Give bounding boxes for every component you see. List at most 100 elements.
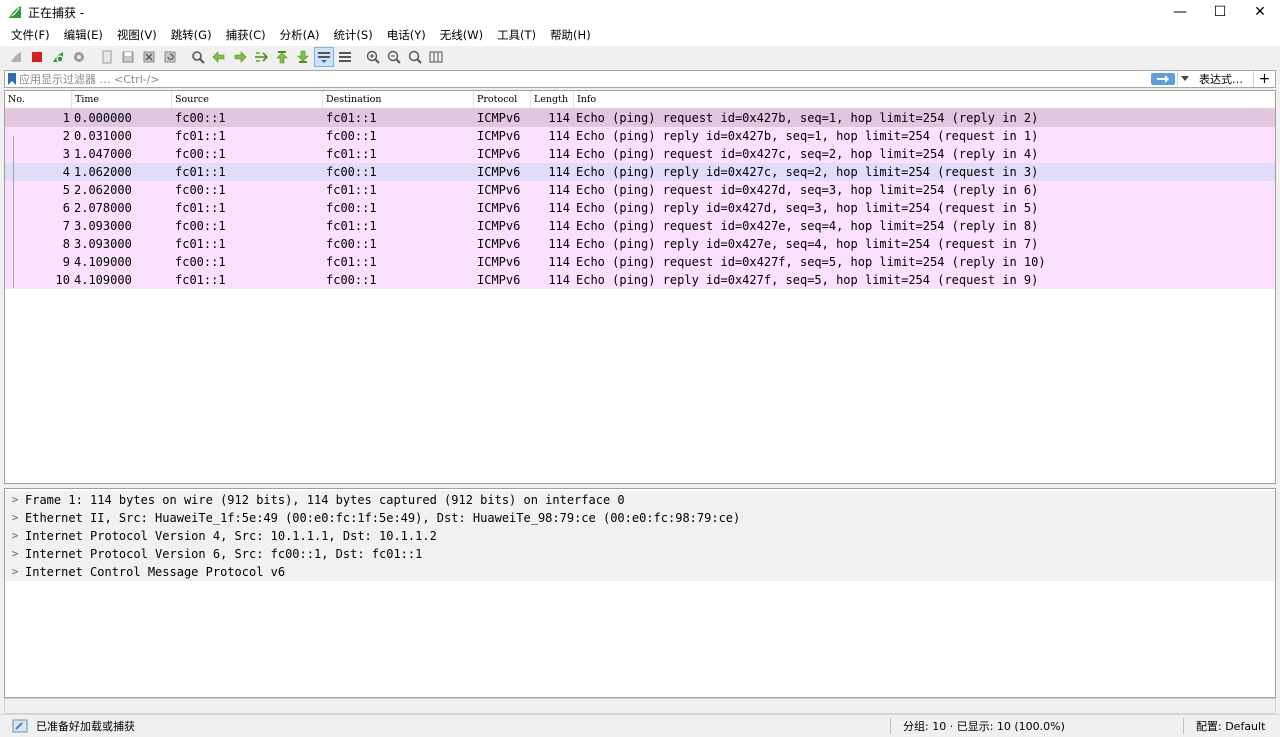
packet-row[interactable]: 5 2.062000 fc00::1 fc01::1 ICMPv6 114 Ec… (5, 181, 1275, 199)
menu-capture[interactable]: 捕获(C) (219, 27, 273, 43)
close-file-icon[interactable] (139, 47, 159, 67)
go-forward-arrow-icon[interactable] (230, 47, 250, 67)
detail-tree-item[interactable]: > Ethernet II, Src: HuaweiTe_1f:5e:49 (0… (5, 509, 1275, 527)
packet-protocol: ICMPv6 (477, 219, 521, 233)
menu-wireless[interactable]: 无线(W) (433, 27, 490, 43)
packet-source: fc01::1 (175, 273, 226, 287)
packet-info: Echo (ping) reply id=0x427f, seq=5, hop … (576, 273, 1039, 287)
menu-telephony[interactable]: 电话(Y) (380, 27, 433, 43)
auto-scroll-icon[interactable] (314, 47, 334, 67)
close-button[interactable]: ✕ (1240, 0, 1280, 24)
expert-info-icon[interactable] (10, 718, 30, 734)
toolbar-separator (356, 47, 362, 67)
menu-statistics[interactable]: 统计(S) (326, 27, 379, 43)
display-filter-input[interactable] (19, 71, 1151, 87)
window-title: 正在捕获 - (28, 5, 85, 20)
go-last-packet-icon[interactable] (293, 47, 313, 67)
packet-time: 2.078000 (74, 201, 132, 215)
packet-destination: fc01::1 (326, 219, 377, 233)
detail-tree-item[interactable]: > Frame 1: 114 bytes on wire (912 bits),… (5, 491, 1275, 509)
restart-capture-icon[interactable] (48, 47, 68, 67)
chevron-right-icon[interactable]: > (5, 527, 25, 545)
status-divider (1183, 718, 1184, 734)
status-bar: 已准备好加载或捕获 分组: 10 · 已显示: 10 (100.0%) 配置: … (0, 714, 1280, 737)
stop-capture-icon[interactable] (27, 47, 47, 67)
packet-time: 4.109000 (74, 273, 132, 287)
menu-go[interactable]: 跳转(G) (164, 27, 219, 43)
packet-destination: fc00::1 (326, 129, 377, 143)
find-packet-icon[interactable] (188, 47, 208, 67)
packet-destination: fc00::1 (326, 273, 377, 287)
apply-filter-arrow-icon[interactable] (1151, 73, 1175, 85)
menu-view[interactable]: 视图(V) (110, 27, 164, 43)
filter-bookmark-icon[interactable] (5, 71, 19, 87)
detail-tree-item[interactable]: > Internet Protocol Version 4, Src: 10.1… (5, 527, 1275, 545)
packet-source: fc00::1 (175, 219, 226, 233)
packet-protocol: ICMPv6 (477, 111, 521, 125)
menu-file[interactable]: 文件(F) (4, 27, 57, 43)
packet-row[interactable]: 2 0.031000 fc01::1 fc00::1 ICMPv6 114 Ec… (5, 127, 1275, 145)
packet-row[interactable]: 3 1.047000 fc00::1 fc01::1 ICMPv6 114 Ec… (5, 145, 1275, 163)
go-first-packet-icon[interactable] (272, 47, 292, 67)
packet-row[interactable]: 7 3.093000 fc00::1 fc01::1 ICMPv6 114 Ec… (5, 217, 1275, 235)
menu-help[interactable]: 帮助(H) (543, 27, 598, 43)
column-header-time[interactable]: Time (72, 91, 172, 108)
column-header-source[interactable]: Source (172, 91, 323, 108)
title-bar: 正在捕获 - — ☐ ✕ (0, 0, 1280, 24)
packet-row[interactable]: 6 2.078000 fc01::1 fc00::1 ICMPv6 114 Ec… (5, 199, 1275, 217)
packet-length: 114 (548, 237, 570, 251)
packet-row[interactable]: 4 1.062000 fc01::1 fc00::1 ICMPv6 114 Ec… (5, 163, 1275, 181)
main-toolbar (0, 46, 1280, 68)
menu-edit[interactable]: 编辑(E) (57, 27, 110, 43)
packet-no: 8 (62, 237, 70, 251)
resize-columns-icon[interactable] (426, 47, 446, 67)
column-header-no[interactable]: No. (5, 91, 72, 108)
packet-source: fc01::1 (175, 165, 226, 179)
packet-row[interactable]: 9 4.109000 fc00::1 fc01::1 ICMPv6 114 Ec… (5, 253, 1275, 271)
packet-info: Echo (ping) reply id=0x427b, seq=1, hop … (576, 129, 1039, 143)
save-file-icon[interactable] (118, 47, 138, 67)
zoom-out-icon[interactable] (384, 47, 404, 67)
chevron-right-icon[interactable]: > (5, 509, 25, 527)
column-header-info[interactable]: Info (574, 91, 1275, 108)
packet-protocol: ICMPv6 (477, 273, 521, 287)
zoom-in-icon[interactable] (363, 47, 383, 67)
colorize-list-icon[interactable] (335, 47, 355, 67)
packet-info: Echo (ping) reply id=0x427c, seq=2, hop … (576, 165, 1039, 179)
add-filter-button[interactable]: + (1253, 71, 1275, 87)
packet-list-header: No. Time Source Destination Protocol Len… (5, 91, 1275, 109)
maximize-button[interactable]: ☐ (1200, 0, 1240, 24)
chevron-right-icon[interactable]: > (5, 545, 25, 563)
column-header-protocol[interactable]: Protocol (474, 91, 531, 108)
capture-options-gear-icon[interactable] (69, 47, 89, 67)
filter-history-chevron-down-icon[interactable] (1177, 71, 1191, 87)
menu-analyze[interactable]: 分析(A) (273, 27, 327, 43)
column-header-destination[interactable]: Destination (323, 91, 474, 108)
open-file-icon[interactable] (97, 47, 117, 67)
packet-row[interactable]: 1 0.000000 fc00::1 fc01::1 ICMPv6 114 Ec… (5, 109, 1275, 127)
go-back-arrow-icon[interactable] (209, 47, 229, 67)
minimize-button[interactable]: — (1160, 0, 1200, 24)
reload-file-icon[interactable] (160, 47, 180, 67)
chevron-right-icon[interactable]: > (5, 491, 25, 509)
detail-tree-item[interactable]: > Internet Protocol Version 6, Src: fc00… (5, 545, 1275, 563)
detail-tree-item[interactable]: > Internet Control Message Protocol v6 (5, 563, 1275, 581)
packet-no: 2 (62, 129, 70, 143)
packet-destination: fc01::1 (326, 183, 377, 197)
packet-protocol: ICMPv6 (477, 183, 521, 197)
detail-ipv4: Internet Protocol Version 4, Src: 10.1.1… (25, 529, 437, 543)
go-to-packet-icon[interactable] (251, 47, 271, 67)
expression-button[interactable]: 表达式… (1191, 71, 1253, 87)
packet-protocol: ICMPv6 (477, 129, 521, 143)
menu-tools[interactable]: 工具(T) (490, 27, 543, 43)
horizontal-scrollbar[interactable] (4, 698, 1276, 714)
chevron-right-icon[interactable]: > (5, 563, 25, 581)
packet-list: No. Time Source Destination Protocol Len… (4, 90, 1276, 484)
column-header-length[interactable]: Length (531, 91, 574, 108)
packet-row[interactable]: 8 3.093000 fc01::1 fc00::1 ICMPv6 114 Ec… (5, 235, 1275, 253)
status-profile[interactable]: 配置: Default (1190, 718, 1280, 734)
packet-row[interactable]: 10 4.109000 fc01::1 fc00::1 ICMPv6 114 E… (5, 271, 1275, 289)
packet-length: 114 (548, 201, 570, 215)
normal-size-icon[interactable] (405, 47, 425, 67)
start-capture-fin-icon[interactable] (6, 47, 26, 67)
